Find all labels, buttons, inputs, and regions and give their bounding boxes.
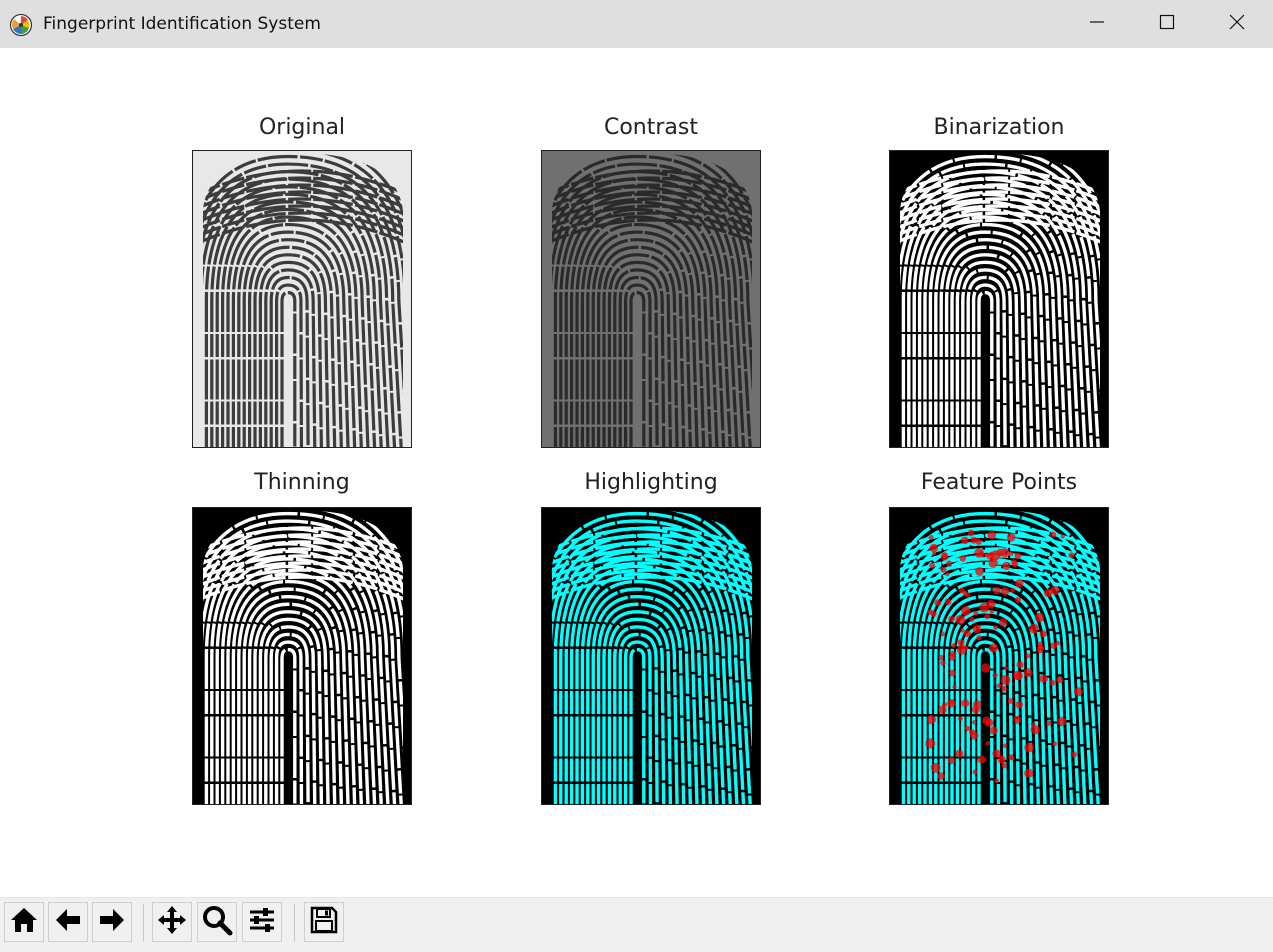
home-button[interactable] [4, 902, 44, 942]
configure-subplots-icon [246, 904, 278, 940]
matplotlib-logo-icon [9, 13, 33, 37]
forward-icon [96, 904, 128, 940]
pan-icon [156, 904, 188, 940]
maximize-icon [1159, 14, 1175, 34]
close-icon [1229, 14, 1245, 34]
figure-canvas[interactable]: Original Contrast Binarization Thinning … [0, 48, 1273, 896]
save-icon [308, 904, 340, 940]
image-highlighting [541, 507, 761, 805]
zoom-icon [201, 904, 233, 940]
zoom-button[interactable] [197, 902, 237, 942]
panel-title-binarization: Binarization [933, 115, 1065, 140]
window-titlebar: Fingerprint Identification System [0, 0, 1273, 48]
image-thinning [192, 507, 412, 805]
panel-title-contrast: Contrast [603, 115, 698, 140]
image-original [192, 150, 412, 448]
image-contrast [541, 150, 761, 448]
forward-button[interactable] [92, 902, 132, 942]
home-icon [8, 904, 40, 940]
back-button[interactable] [48, 902, 88, 942]
maximize-button[interactable] [1132, 0, 1202, 48]
panel-title-thinning: Thinning [254, 470, 350, 495]
navigation-toolbar [0, 897, 1273, 952]
close-button[interactable] [1202, 0, 1272, 48]
minimize-icon [1089, 14, 1105, 34]
save-button[interactable] [304, 902, 344, 942]
pan-button[interactable] [152, 902, 192, 942]
panel-title-highlighting: Highlighting [584, 470, 718, 495]
toolbar-separator [143, 904, 144, 942]
window-title: Fingerprint Identification System [43, 14, 321, 34]
panel-title-feature-points: Feature Points [920, 470, 1078, 495]
image-binarization [889, 150, 1109, 448]
back-icon [52, 904, 84, 940]
minimize-button[interactable] [1062, 0, 1132, 48]
panel-title-original: Original [258, 115, 346, 140]
configure-subplots-button[interactable] [242, 902, 282, 942]
toolbar-separator [294, 904, 295, 942]
image-feature-points [889, 507, 1109, 805]
